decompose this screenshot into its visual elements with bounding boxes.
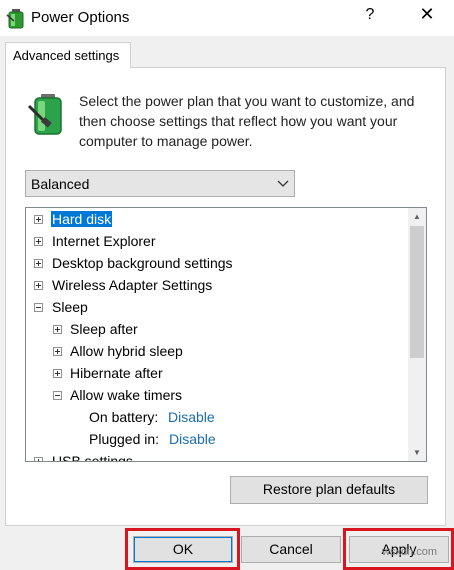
tree-item-label: Sleep after: [70, 321, 138, 337]
setting-label: Plugged in:: [89, 431, 160, 447]
title-bar: Power Options ? ✕: [0, 0, 454, 36]
expand-icon[interactable]: [34, 259, 43, 268]
tree-item-label: Hard disk: [51, 211, 113, 227]
battery-icon: [27, 94, 62, 135]
plugged-in-value[interactable]: Disable: [169, 431, 216, 447]
settings-tree[interactable]: Hard disk Internet Explorer Desktop back…: [25, 207, 427, 462]
window-title: Power Options: [31, 9, 130, 26]
expand-icon[interactable]: [53, 325, 62, 334]
tab-advanced-settings[interactable]: Advanced settings: [5, 42, 131, 68]
setting-label: On battery:: [89, 409, 159, 425]
ok-button[interactable]: OK: [133, 536, 233, 563]
vertical-scrollbar[interactable]: ▲ ▼: [408, 208, 426, 461]
chevron-down-icon: [277, 180, 289, 187]
tree-item-label: USB settings: [52, 453, 133, 462]
tree-item-label: Hibernate after: [70, 365, 163, 381]
expand-icon[interactable]: [53, 369, 62, 378]
power-options-icon: [6, 9, 24, 29]
expand-icon[interactable]: [34, 215, 43, 224]
intro-text: Select the power plan that you want to c…: [79, 93, 415, 149]
expand-icon[interactable]: [34, 457, 43, 461]
expand-icon[interactable]: [53, 347, 62, 356]
scroll-down-icon[interactable]: ▼: [408, 444, 426, 461]
tab-label: Advanced settings: [13, 48, 120, 63]
tree-item-label: Internet Explorer: [52, 233, 156, 249]
help-button[interactable]: ?: [362, 6, 378, 24]
tree-item-label: Allow hybrid sleep: [70, 343, 183, 359]
collapse-icon[interactable]: [34, 303, 43, 312]
watermark: wsxdn.com: [382, 546, 438, 558]
power-plan-value: Balanced: [31, 176, 90, 192]
scroll-up-icon[interactable]: ▲: [408, 208, 426, 225]
tree-item-label: Desktop background settings: [52, 255, 233, 271]
cancel-button[interactable]: Cancel: [241, 536, 341, 563]
expand-icon[interactable]: [34, 281, 43, 290]
tree-item-label: Wireless Adapter Settings: [52, 277, 213, 293]
on-battery-value[interactable]: Disable: [168, 409, 215, 425]
close-button[interactable]: ✕: [417, 4, 437, 25]
power-plan-select[interactable]: Balanced: [25, 170, 295, 197]
collapse-icon[interactable]: [53, 391, 62, 400]
tree-item-label: Allow wake timers: [70, 387, 183, 403]
scrollbar-thumb[interactable]: [410, 226, 424, 358]
restore-plan-defaults-button[interactable]: Restore plan defaults: [230, 476, 428, 504]
expand-icon[interactable]: [34, 237, 43, 246]
tree-item-label: Sleep: [52, 299, 88, 315]
